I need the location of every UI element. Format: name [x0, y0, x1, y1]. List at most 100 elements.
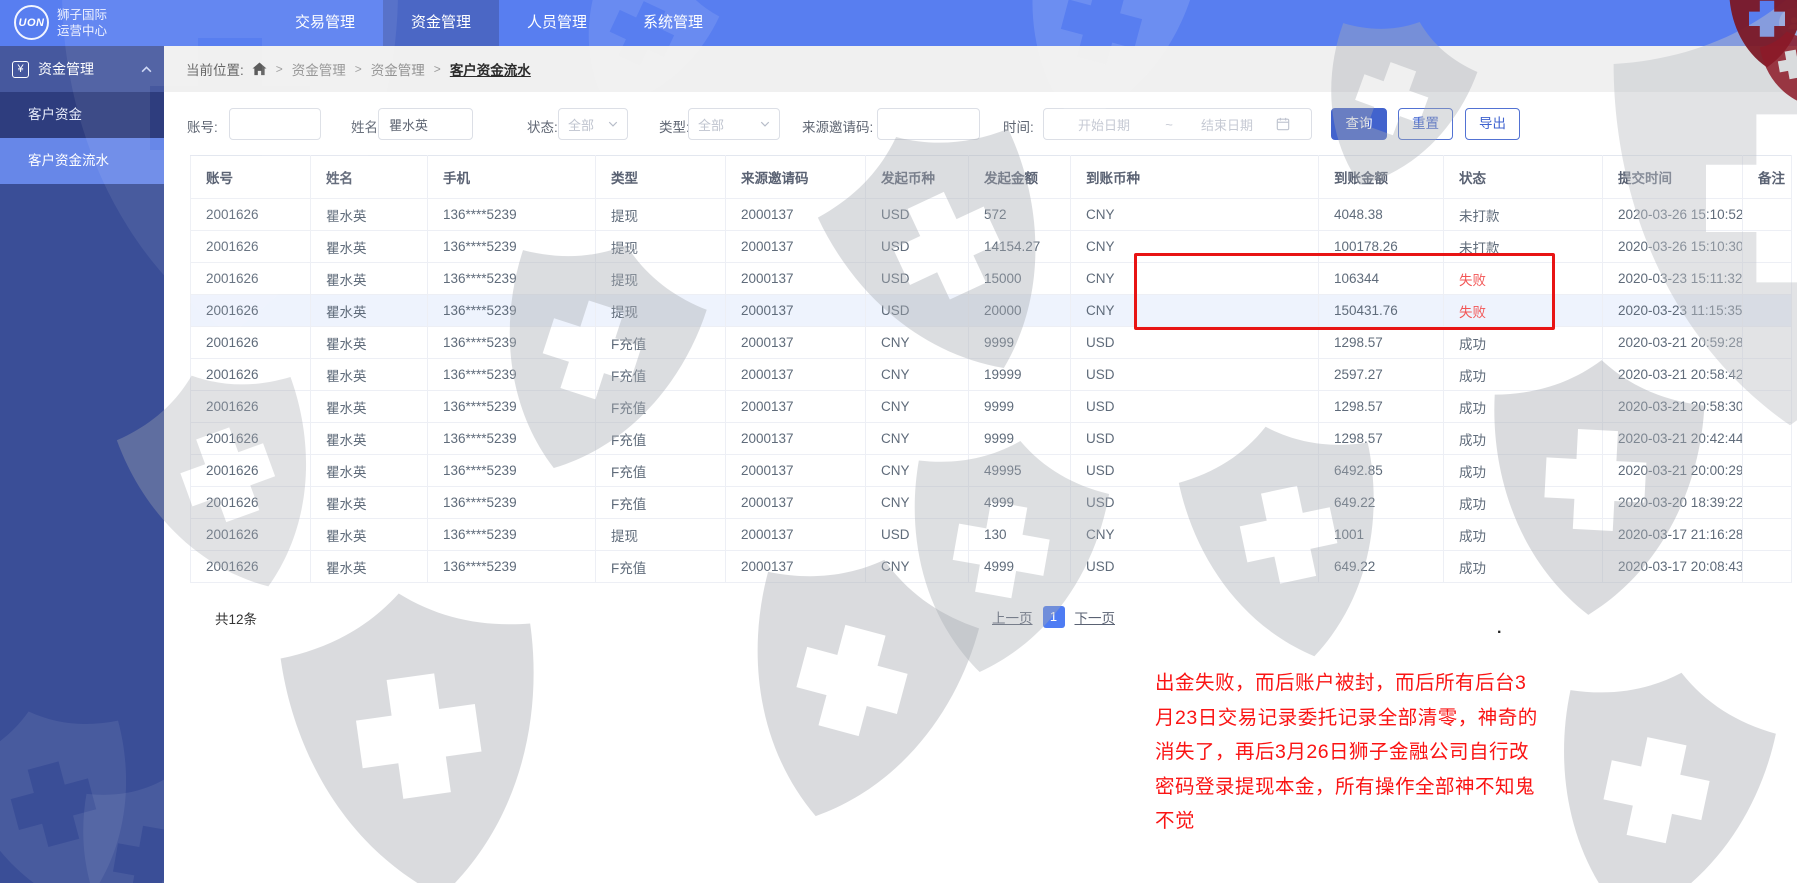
table-header-row: 账号姓名手机类型来源邀请码发起币种发起金额到账币种到账金额状态提交时间备注 — [191, 156, 1792, 199]
table-cell: 瞿水英 — [311, 487, 428, 519]
table-cell: 2020-03-23 11:15:35 — [1603, 295, 1743, 327]
table-cell: 6492.85 — [1319, 455, 1444, 487]
table-cell: 2000137 — [726, 519, 866, 551]
table-cell — [1743, 263, 1792, 295]
breadcrumb-list: >资金管理>资金管理>客户资金流水 — [267, 59, 531, 79]
user-avatar[interactable] — [1779, 8, 1797, 38]
table-cell — [1743, 295, 1792, 327]
sidebar-items: 客户资金客户资金流水 — [0, 92, 164, 184]
table-row: 2001626瞿水英136****5239F充值2000137CNY4999US… — [191, 487, 1792, 519]
invite-code-input[interactable] — [877, 108, 980, 140]
export-button[interactable]: 导出 — [1465, 108, 1520, 140]
breadcrumb-crumb[interactable]: 客户资金流水 — [450, 59, 531, 79]
table-cell: 提现 — [596, 263, 726, 295]
search-button[interactable]: 查询 — [1331, 108, 1387, 140]
table-cell: 成功 — [1444, 519, 1603, 551]
table-cell: 136****5239 — [428, 359, 596, 391]
table-cell: 提现 — [596, 199, 726, 231]
table-cell: 130 — [969, 519, 1071, 551]
table-cell: 瞿水英 — [311, 423, 428, 455]
table-cell: CNY — [1071, 199, 1319, 231]
nav-tab-资金管理[interactable]: 资金管理 — [383, 0, 499, 46]
table-cell: CNY — [866, 423, 969, 455]
table-cell: F充值 — [596, 327, 726, 359]
brand-line2: 运营中心 — [57, 23, 107, 39]
table-cell: 9999 — [969, 391, 1071, 423]
table-cell: 2020-03-17 20:08:43 — [1603, 551, 1743, 583]
red-annotation-text: 出金失败，而后账户被封，而后所有后台3月23日交易记录委托记录全部清零，神奇的消… — [1155, 666, 1547, 839]
time-label: 时间: — [1003, 116, 1034, 136]
nav-tab-人员管理[interactable]: 人员管理 — [499, 0, 615, 46]
table-cell: 2000137 — [726, 327, 866, 359]
table-cell — [1743, 551, 1792, 583]
table-cell: 9999 — [969, 327, 1071, 359]
table-cell: USD — [1071, 359, 1319, 391]
table-cell: USD — [866, 295, 969, 327]
reset-button[interactable]: 重置 — [1398, 108, 1453, 140]
table-cell — [1743, 199, 1792, 231]
table-cell: 成功 — [1444, 487, 1603, 519]
breadcrumb: 当前位置: >资金管理>资金管理>客户资金流水 — [164, 46, 1797, 92]
account-input[interactable] — [229, 108, 321, 140]
table-cell: 成功 — [1444, 551, 1603, 583]
table-cell: 瞿水英 — [311, 455, 428, 487]
status-label: 状态: — [527, 116, 558, 136]
table-cell: 成功 — [1444, 359, 1603, 391]
table-cell: 2001626 — [191, 231, 311, 263]
table-cell: CNY — [866, 391, 969, 423]
table-cell: USD — [1071, 455, 1319, 487]
column-header: 到账币种 — [1071, 156, 1319, 199]
table-cell: 4999 — [969, 487, 1071, 519]
nav-tab-交易管理[interactable]: 交易管理 — [267, 0, 383, 46]
sidebar-item-客户资金[interactable]: 客户资金 — [0, 92, 164, 138]
chevron-down-icon — [760, 121, 770, 127]
home-icon[interactable] — [252, 62, 267, 76]
table-cell: 2001626 — [191, 551, 311, 583]
current-page-button[interactable]: 1 — [1043, 606, 1065, 628]
table-cell: 2000137 — [726, 551, 866, 583]
table-row: 2001626瞿水英136****5239F充值2000137CNY19999U… — [191, 359, 1792, 391]
sidebar-group-funds[interactable]: ¥ 资金管理 — [0, 46, 164, 92]
app-window: UON 狮子国际 运营中心 交易管理资金管理人员管理系统管理 ¥ 资金管理 客户… — [0, 0, 1797, 883]
date-separator: ~ — [1152, 117, 1186, 132]
name-input[interactable] — [378, 108, 473, 140]
annotation-line: 密码登录提现本金，所有操作全部神不知鬼 — [1155, 770, 1547, 805]
funds-flow-table: 账号姓名手机类型来源邀请码发起币种发起金额到账币种到账金额状态提交时间备注 20… — [190, 155, 1791, 583]
table-cell: F充值 — [596, 455, 726, 487]
table-cell: 2020-03-26 15:10:30 — [1603, 231, 1743, 263]
breadcrumb-crumb[interactable]: 资金管理 — [292, 59, 346, 79]
table-cell: 成功 — [1444, 327, 1603, 359]
nav-tab-系统管理[interactable]: 系统管理 — [615, 0, 731, 46]
date-range-picker[interactable]: 开始日期 ~ 结束日期 — [1043, 108, 1312, 140]
table-cell: 2000137 — [726, 231, 866, 263]
table-cell: 1298.57 — [1319, 423, 1444, 455]
table-cell — [1743, 231, 1792, 263]
table-cell: 1298.57 — [1319, 391, 1444, 423]
status-select[interactable]: 全部 — [558, 108, 628, 140]
table-cell: F充值 — [596, 359, 726, 391]
table-cell: 成功 — [1444, 455, 1603, 487]
breadcrumb-prefix: 当前位置: — [186, 59, 244, 79]
table-cell: 2001626 — [191, 295, 311, 327]
breadcrumb-crumb[interactable]: 资金管理 — [371, 59, 425, 79]
brand-logo: UON 狮子国际 运营中心 — [14, 5, 107, 40]
date-end-placeholder: 结束日期 — [1186, 115, 1268, 134]
column-header: 提交时间 — [1603, 156, 1743, 199]
prev-page-button[interactable]: 上一页 — [992, 607, 1033, 627]
table-cell: USD — [1071, 391, 1319, 423]
type-select-value: 全部 — [698, 115, 724, 134]
table-cell: 提现 — [596, 295, 726, 327]
table-cell: 成功 — [1444, 391, 1603, 423]
sidebar-item-客户资金流水[interactable]: 客户资金流水 — [0, 138, 164, 184]
table-cell: CNY — [1071, 519, 1319, 551]
next-page-button[interactable]: 下一页 — [1075, 607, 1116, 627]
column-header: 类型 — [596, 156, 726, 199]
table-cell: 2000137 — [726, 295, 866, 327]
table-cell: 2000137 — [726, 487, 866, 519]
table-cell: 2001626 — [191, 487, 311, 519]
column-header: 备注 — [1743, 156, 1792, 199]
table-cell: USD — [1071, 327, 1319, 359]
table-cell: 2000137 — [726, 423, 866, 455]
status-select-value: 全部 — [568, 115, 594, 134]
type-select[interactable]: 全部 — [688, 108, 780, 140]
